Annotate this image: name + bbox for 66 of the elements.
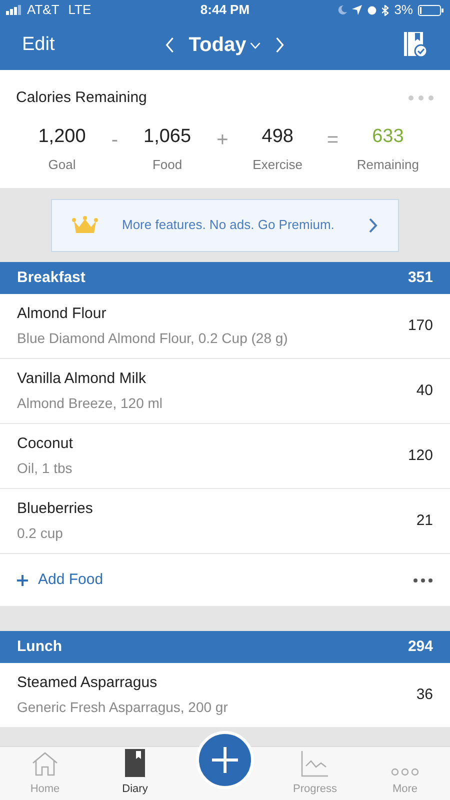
food-row[interactable]: Blueberries 0.2 cup 21	[0, 489, 450, 554]
chevron-right-icon	[369, 218, 378, 232]
meal-calories: 294	[408, 636, 433, 657]
calorie-label: Exercise	[252, 156, 303, 174]
bluetooth-icon	[382, 4, 390, 16]
food-calories: 40	[416, 380, 433, 401]
diary-check-icon[interactable]	[404, 32, 428, 58]
food-name: Steamed Asparragus	[17, 672, 158, 693]
battery-text: 3%	[394, 1, 413, 20]
operator-text: +	[216, 128, 228, 152]
add-food-button[interactable]: Add Food	[17, 568, 104, 592]
previous-day-icon[interactable]	[164, 37, 175, 53]
premium-banner[interactable]: More features. No ads. Go Premium.	[51, 198, 399, 252]
next-day-icon[interactable]	[275, 37, 286, 53]
food-row[interactable]: Coconut Oil, 1 tbs 120	[0, 424, 450, 489]
meal-calories: 351	[408, 268, 433, 288]
calorie-value: 1,065	[144, 124, 192, 148]
food-detail: Oil, 1 tbs	[17, 459, 73, 478]
meal-name: Breakfast	[17, 268, 86, 288]
plus-icon	[17, 574, 28, 586]
food-calories: 170	[408, 316, 433, 336]
caret-icon	[250, 42, 262, 48]
calorie-label: Food	[152, 156, 182, 174]
edit-button[interactable]: Edit	[22, 30, 55, 60]
calorie-value: 498	[262, 124, 294, 148]
food-name: Coconut	[17, 434, 73, 454]
more-icon	[390, 766, 420, 776]
food-name: Almond Flour	[17, 304, 108, 324]
battery-icon	[418, 4, 444, 16]
food-detail: 0.2 cup	[17, 524, 64, 544]
food-detail: Almond Breeze, 120 ml	[17, 394, 163, 414]
operator-text: -	[111, 128, 118, 152]
more-icon[interactable]	[413, 578, 433, 582]
tab-item[interactable]: More	[360, 747, 450, 800]
crown-icon	[72, 215, 98, 235]
tab-item[interactable]: Progress	[270, 747, 360, 800]
food-row[interactable]: Almond Flour Blue Diamond Almond Flour, 0.2 Cup (28 g) 170	[0, 294, 450, 359]
tab-item[interactable]: Diary	[90, 747, 180, 800]
home-icon	[30, 750, 60, 776]
food-calories: 36	[416, 684, 433, 705]
food-detail: Generic Fresh Asparragus, 200 gr	[17, 698, 228, 718]
tab-item[interactable]: Home	[0, 747, 90, 800]
signal-icon	[6, 5, 22, 15]
food-calories: 21	[416, 510, 433, 531]
meal-name: Lunch	[17, 636, 62, 657]
food-row[interactable]: Vanilla Almond Milk Almond Breeze, 120 ml 40	[0, 359, 450, 424]
network-text: LTE	[68, 1, 92, 20]
food-calories: 120	[408, 446, 433, 466]
calorie-value: 1,200	[38, 124, 86, 148]
carrier-text: AT&T	[27, 1, 60, 20]
location-icon	[352, 5, 362, 15]
food-name: Vanilla Almond Milk	[17, 368, 147, 389]
calorie-value: 633	[372, 124, 404, 148]
plus-icon	[212, 747, 238, 773]
calorie-label: Goal	[48, 156, 76, 174]
food-detail: Blue Diamond Almond Flour, 0.2 Cup (28 g)	[17, 329, 288, 348]
summary-title: Calories Remaining	[16, 88, 147, 108]
book-icon	[125, 748, 145, 776]
calorie-label: Remaining	[356, 156, 419, 174]
moon-icon	[338, 5, 348, 15]
date-dropdown[interactable]: Today	[188, 30, 262, 60]
operator-text: =	[326, 128, 339, 152]
chart-icon	[301, 750, 329, 776]
clock-text: 8:44 PM	[200, 1, 250, 20]
food-name: Blueberries	[17, 498, 93, 519]
food-row[interactable]: Steamed Asparragus Generic Fresh Asparragus, 200 gr 36	[0, 663, 450, 728]
